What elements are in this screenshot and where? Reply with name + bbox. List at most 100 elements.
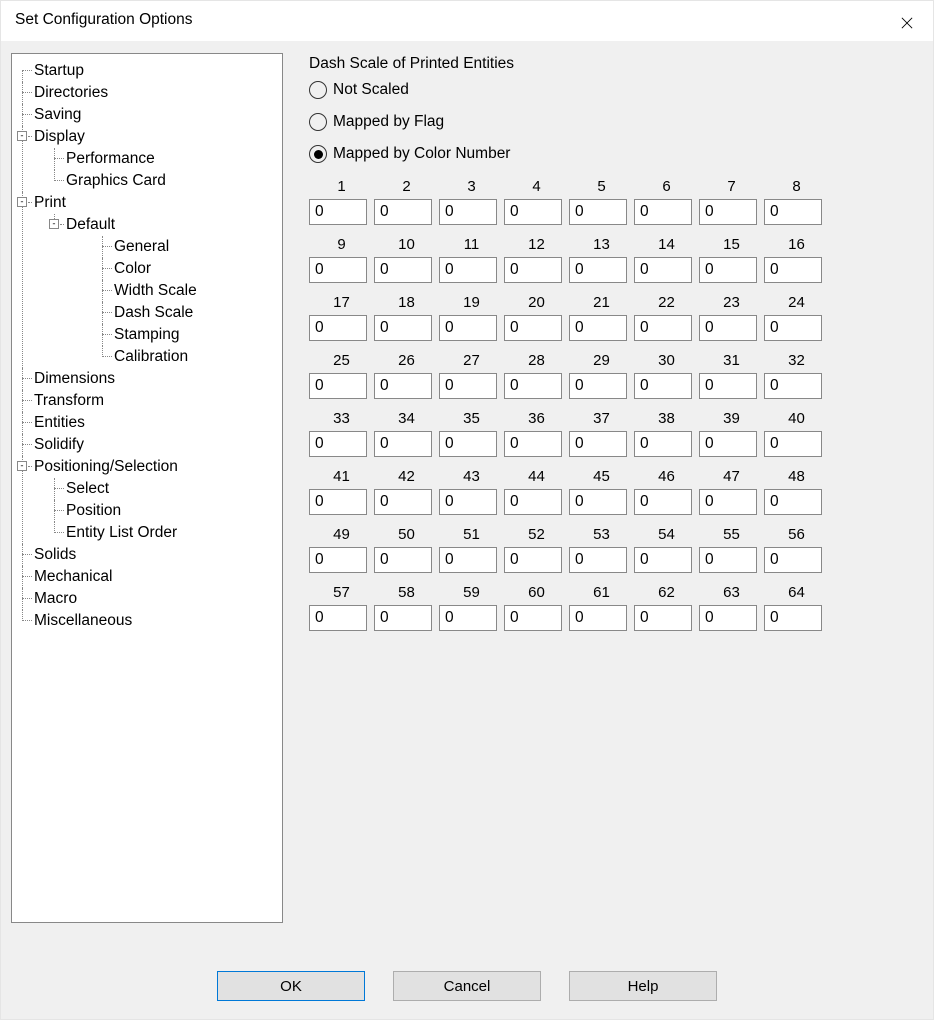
grid-input-43[interactable] [439,489,497,515]
grid-input-63[interactable] [699,605,757,631]
grid-input-13[interactable] [569,257,627,283]
grid-input-52[interactable] [504,547,562,573]
grid-input-6[interactable] [634,199,692,225]
grid-input-20[interactable] [504,315,562,341]
grid-input-49[interactable] [309,547,367,573]
grid-input-22[interactable] [634,315,692,341]
grid-input-28[interactable] [504,373,562,399]
grid-input-30[interactable] [634,373,692,399]
tree-item-print[interactable]: Print [34,194,66,211]
grid-input-26[interactable] [374,373,432,399]
grid-input-51[interactable] [439,547,497,573]
tree-item-directories[interactable]: Directories [34,84,108,101]
tree-expander-display[interactable]: - [17,131,27,141]
ok-button[interactable]: OK [217,971,365,1001]
grid-input-31[interactable] [699,373,757,399]
grid-input-59[interactable] [439,605,497,631]
radio-mapped-flag[interactable]: Mapped by Flag [309,113,923,131]
tree-item-solidify[interactable]: Solidify [34,436,84,453]
tree-item-display[interactable]: Display [34,128,85,145]
tree-expander-pos-sel[interactable]: - [17,461,27,471]
grid-input-11[interactable] [439,257,497,283]
grid-input-29[interactable] [569,373,627,399]
grid-input-39[interactable] [699,431,757,457]
grid-input-21[interactable] [569,315,627,341]
tree-item-performance[interactable]: Performance [66,150,155,167]
tree-item-calibration[interactable]: Calibration [114,348,188,365]
grid-input-19[interactable] [439,315,497,341]
grid-input-57[interactable] [309,605,367,631]
grid-input-4[interactable] [504,199,562,225]
grid-input-5[interactable] [569,199,627,225]
grid-input-10[interactable] [374,257,432,283]
tree-item-entities[interactable]: Entities [34,414,85,431]
grid-input-60[interactable] [504,605,562,631]
radio-not-scaled[interactable]: Not Scaled [309,81,923,99]
grid-input-35[interactable] [439,431,497,457]
tree-item-width-scale[interactable]: Width Scale [114,282,197,299]
grid-input-62[interactable] [634,605,692,631]
tree-item-miscellaneous[interactable]: Miscellaneous [34,612,132,629]
grid-input-50[interactable] [374,547,432,573]
grid-input-55[interactable] [699,547,757,573]
grid-input-15[interactable] [699,257,757,283]
grid-input-25[interactable] [309,373,367,399]
grid-input-12[interactable] [504,257,562,283]
grid-input-8[interactable] [764,199,822,225]
grid-input-37[interactable] [569,431,627,457]
tree-item-stamping[interactable]: Stamping [114,326,179,343]
grid-input-18[interactable] [374,315,432,341]
tree-item-entity-list-order[interactable]: Entity List Order [66,524,177,541]
tree-item-color[interactable]: Color [114,260,151,277]
tree-item-position[interactable]: Position [66,502,121,519]
grid-input-32[interactable] [764,373,822,399]
grid-input-44[interactable] [504,489,562,515]
tree-item-transform[interactable]: Transform [34,392,104,409]
radio-mapped-color[interactable]: Mapped by Color Number [309,145,923,163]
grid-input-1[interactable] [309,199,367,225]
grid-input-14[interactable] [634,257,692,283]
grid-input-47[interactable] [699,489,757,515]
grid-input-64[interactable] [764,605,822,631]
grid-input-24[interactable] [764,315,822,341]
grid-input-48[interactable] [764,489,822,515]
tree-item-macro[interactable]: Macro [34,590,77,607]
grid-input-9[interactable] [309,257,367,283]
grid-input-27[interactable] [439,373,497,399]
grid-input-41[interactable] [309,489,367,515]
grid-input-23[interactable] [699,315,757,341]
tree-item-general[interactable]: General [114,238,169,255]
grid-input-42[interactable] [374,489,432,515]
grid-input-17[interactable] [309,315,367,341]
help-button[interactable]: Help [569,971,717,1001]
grid-input-36[interactable] [504,431,562,457]
tree-item-saving[interactable]: Saving [34,106,81,123]
grid-input-40[interactable] [764,431,822,457]
grid-input-53[interactable] [569,547,627,573]
grid-input-54[interactable] [634,547,692,573]
tree-expander-print[interactable]: - [17,197,27,207]
tree-item-dimensions[interactable]: Dimensions [34,370,115,387]
tree-item-pos-sel[interactable]: Positioning/Selection [34,458,178,475]
tree-item-solids[interactable]: Solids [34,546,76,563]
grid-input-61[interactable] [569,605,627,631]
tree-item-mechanical[interactable]: Mechanical [34,568,112,585]
grid-input-45[interactable] [569,489,627,515]
grid-input-33[interactable] [309,431,367,457]
grid-input-7[interactable] [699,199,757,225]
tree-item-dash-scale[interactable]: Dash Scale [114,304,193,321]
tree-item-default[interactable]: Default [66,216,115,233]
grid-input-58[interactable] [374,605,432,631]
grid-input-38[interactable] [634,431,692,457]
grid-input-16[interactable] [764,257,822,283]
grid-input-2[interactable] [374,199,432,225]
grid-input-34[interactable] [374,431,432,457]
tree-item-graphics-card[interactable]: Graphics Card [66,172,166,189]
grid-input-3[interactable] [439,199,497,225]
cancel-button[interactable]: Cancel [393,971,541,1001]
grid-input-46[interactable] [634,489,692,515]
close-button[interactable] [895,11,919,35]
tree-expander-default[interactable]: - [49,219,59,229]
grid-input-56[interactable] [764,547,822,573]
tree-item-startup[interactable]: Startup [34,62,84,79]
